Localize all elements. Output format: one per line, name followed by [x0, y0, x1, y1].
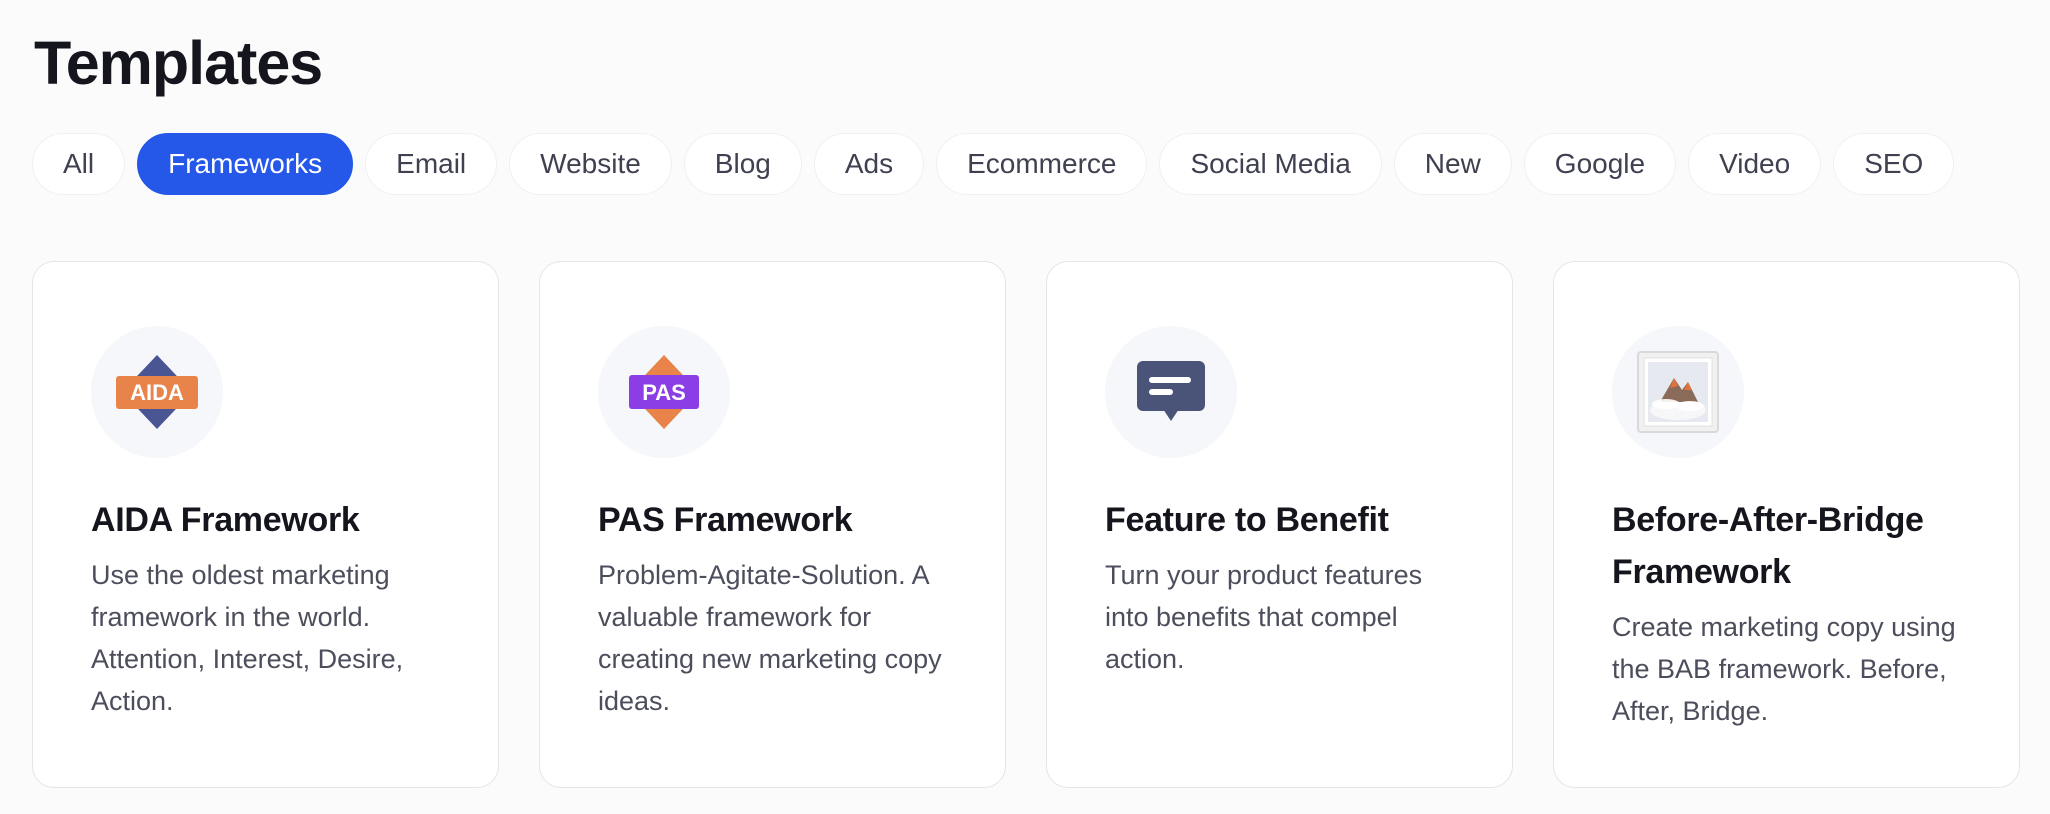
template-card-aida[interactable]: AIDA AIDA Framework Use the oldest marke… — [32, 261, 499, 788]
card-title: AIDA Framework — [91, 501, 360, 539]
tab-new[interactable]: New — [1393, 133, 1512, 195]
tab-ads[interactable]: Ads — [813, 133, 925, 195]
pas-badge-text: PAS — [642, 380, 686, 405]
tab-email[interactable]: Email — [365, 133, 498, 195]
templates-page: Templates All Frameworks Email Website B… — [0, 0, 2050, 814]
speech-bubble-icon — [1105, 326, 1237, 458]
template-cards: AIDA AIDA Framework Use the oldest marke… — [32, 261, 2020, 788]
page-title: Templates — [34, 29, 323, 97]
pas-badge-icon: PAS — [598, 326, 730, 458]
tab-ecommerce[interactable]: Ecommerce — [936, 133, 1148, 195]
card-title: Feature to Benefit — [1105, 501, 1389, 539]
template-card-pas[interactable]: PAS PAS Framework Problem-Agitate-Soluti… — [539, 261, 1006, 788]
tab-google[interactable]: Google — [1523, 133, 1677, 195]
template-card-before-after-bridge[interactable]: Before-After-Bridge Framework Create mar… — [1553, 261, 2020, 788]
tab-social-media[interactable]: Social Media — [1159, 133, 1382, 195]
tab-all[interactable]: All — [32, 133, 126, 195]
tab-video[interactable]: Video — [1688, 133, 1822, 195]
tab-website[interactable]: Website — [509, 133, 672, 195]
card-title: PAS Framework — [598, 501, 853, 539]
aida-badge-icon: AIDA — [91, 326, 223, 458]
aida-badge-text: AIDA — [130, 380, 184, 405]
template-card-feature-to-benefit[interactable]: Feature to Benefit Turn your product fea… — [1046, 261, 1513, 788]
tab-blog[interactable]: Blog — [683, 133, 802, 195]
framed-picture-icon — [1612, 326, 1744, 458]
tab-frameworks[interactable]: Frameworks — [137, 133, 354, 195]
card-title: Before-After-Bridge Framework — [1612, 501, 1924, 591]
card-description: Turn your product features into benefits… — [1105, 560, 1423, 674]
card-description: Use the oldest marketing framework in th… — [91, 560, 404, 716]
tab-seo[interactable]: SEO — [1833, 133, 1955, 195]
card-description: Create marketing copy using the BAB fram… — [1612, 612, 1956, 726]
category-tabs: All Frameworks Email Website Blog Ads Ec… — [32, 133, 1955, 195]
card-description: Problem-Agitate-Solution. A valuable fra… — [598, 560, 942, 716]
